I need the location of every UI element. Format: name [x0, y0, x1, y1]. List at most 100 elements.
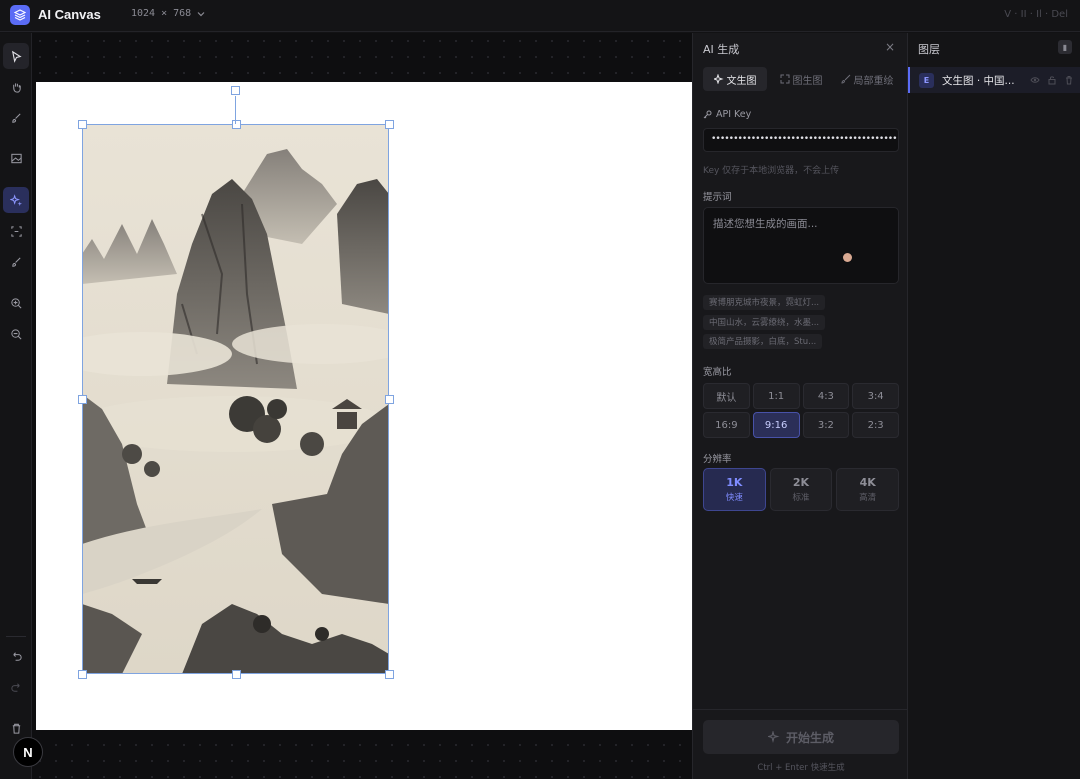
trash-icon — [12, 723, 20, 734]
ratio-option-1-1[interactable]: 1:1 — [752, 383, 800, 409]
prompt-suggestion-chip[interactable]: 极简产品摄影，白底，Stu... — [703, 334, 823, 349]
canvas-size-dropdown[interactable]: 1024 × 768 — [131, 8, 205, 19]
generation-tabs: 文生图 图生图 局部重绘 — [703, 67, 899, 91]
api-key-hint: Key 仅存于本地浏览器，不会上传 — [703, 166, 840, 176]
ratio-option-3-2[interactable]: 3:2 — [802, 412, 850, 438]
lock-icon[interactable] — [1047, 75, 1057, 85]
panel-title: AI 生成 — [703, 43, 740, 56]
ratio-option-9-16[interactable]: 9:16 — [752, 412, 800, 438]
panel-toggle-icon[interactable]: ▮ — [1058, 40, 1072, 54]
generate-button[interactable]: 开始生成 — [703, 720, 899, 754]
artboard[interactable] — [36, 82, 692, 730]
ratio-label: 宽高比 — [703, 367, 732, 378]
paint-brush-icon — [11, 256, 21, 267]
sparkles-icon — [713, 74, 724, 84]
left-toolbar — [0, 33, 32, 779]
layers-title: 图层 — [918, 43, 940, 56]
undo-icon — [12, 651, 22, 661]
resize-handle-se[interactable] — [385, 670, 394, 679]
app-title: AI Canvas — [38, 7, 101, 22]
resize-handle-s[interactable] — [232, 670, 241, 679]
crop-tool-button[interactable] — [3, 218, 29, 244]
rotation-line — [235, 96, 236, 124]
generate-label: 开始生成 — [785, 730, 834, 745]
ratio-option-3-4[interactable]: 3:4 — [852, 383, 899, 409]
trash-icon[interactable] — [1064, 75, 1074, 85]
resolution-option-4k[interactable]: 4K 高清 — [836, 468, 899, 511]
ratio-option-2-3[interactable]: 2:3 — [852, 412, 899, 438]
resize-handle-ne[interactable] — [385, 120, 394, 129]
top-bar: AI Canvas 1024 × 768 V · II · Il · Del — [0, 0, 1080, 32]
resize-handle-nw[interactable] — [78, 120, 87, 129]
undo-button[interactable] — [3, 643, 29, 669]
ratio-option-16-9[interactable]: 16:9 — [703, 412, 750, 438]
cursor-dot — [843, 253, 852, 262]
app-logo-icon — [10, 5, 30, 25]
tab-image-to-image[interactable]: 图生图 — [769, 67, 833, 91]
prompt-label: 提示词 — [703, 192, 732, 203]
brush-icon — [840, 74, 850, 84]
hand-icon — [12, 82, 21, 93]
sparkles-icon — [9, 193, 22, 206]
layer-item[interactable]: E 文生图 · 中国... — [908, 67, 1080, 93]
layers-panel: 图层 ▮ E 文生图 · 中国... — [908, 33, 1080, 779]
tab-text-to-image[interactable]: 文生图 — [703, 67, 767, 91]
brush-alt-tool-button[interactable] — [3, 249, 29, 275]
api-key-input[interactable]: ••••••••••••••••••••••••••••••••••••••••… — [703, 128, 899, 152]
cursor-icon — [11, 50, 22, 63]
resize-handle-sw[interactable] — [78, 670, 87, 679]
key-icon — [703, 110, 712, 119]
rotation-handle[interactable] — [231, 86, 240, 95]
prompt-suggestion-chip[interactable]: 赛博朋克城市夜景，霓虹灯... — [703, 295, 826, 310]
eye-icon[interactable] — [1030, 75, 1040, 85]
tab-inpaint[interactable]: 局部重绘 — [835, 67, 899, 91]
resize-handle-n[interactable] — [232, 120, 241, 129]
tab-label: 图生图 — [792, 75, 823, 87]
tab-label: 文生图 — [726, 75, 757, 87]
chevron-down-icon — [197, 11, 205, 16]
shortcut-hint: Ctrl + Enter 快速生成 — [757, 763, 845, 773]
close-icon[interactable]: × — [885, 40, 895, 54]
resolution-option-1k[interactable]: 1K 快速 — [703, 468, 766, 511]
prompt-suggestion-chip[interactable]: 中国山水，云雾缭绕，水墨... — [703, 315, 826, 330]
crop-icon — [10, 225, 22, 237]
layer-thumbnail: E — [919, 72, 934, 88]
resize-handle-w[interactable] — [78, 395, 87, 404]
zoom-in-icon — [10, 297, 22, 309]
api-key-label: API Key — [703, 109, 751, 120]
ratio-options: 默认 1:1 4:3 3:4 16:9 9:16 3:2 2:3 — [703, 383, 899, 438]
selection-box[interactable] — [78, 120, 394, 679]
expand-icon — [780, 74, 789, 84]
image-tool-button[interactable] — [3, 145, 29, 171]
sparkles-icon — [767, 731, 780, 743]
layer-actions — [1030, 75, 1074, 85]
prompt-placeholder: 描述您想生成的画面... — [713, 218, 818, 230]
brush-tool-button[interactable] — [3, 105, 29, 131]
tab-label: 局部重绘 — [853, 75, 894, 87]
hand-tool-button[interactable] — [3, 74, 29, 100]
canvas-area[interactable] — [32, 33, 692, 779]
resolution-options: 1K 快速 2K 标准 4K 高清 — [703, 468, 899, 511]
redo-icon — [10, 682, 20, 692]
zoom-out-button[interactable] — [3, 321, 29, 347]
ai-tool-button[interactable] — [3, 187, 29, 213]
brush-icon — [11, 112, 21, 123]
resolution-option-2k[interactable]: 2K 标准 — [769, 468, 833, 511]
select-tool-button[interactable] — [3, 43, 29, 69]
canvas-size-label: 1024 × 768 — [131, 8, 192, 19]
zoom-out-icon — [10, 328, 22, 340]
redo-button[interactable] — [3, 674, 29, 700]
version-text: V · II · Il · Del — [1004, 9, 1068, 20]
resize-handle-e[interactable] — [385, 395, 394, 404]
resolution-label: 分辨率 — [703, 454, 732, 465]
panel-divider — [693, 709, 909, 710]
next-js-badge-icon[interactable]: N — [13, 737, 43, 767]
prompt-textarea[interactable]: 描述您想生成的画面... — [703, 207, 899, 284]
toolbar-divider — [6, 636, 26, 637]
ratio-option-4-3[interactable]: 4:3 — [802, 383, 850, 409]
image-icon — [10, 153, 22, 163]
layer-name: 文生图 · 中国... — [942, 74, 1014, 87]
ai-generate-panel: AI 生成 × 文生图 图生图 局部重绘 API Key •••••••••••… — [692, 33, 909, 779]
ratio-option-default[interactable]: 默认 — [703, 383, 750, 409]
zoom-in-button[interactable] — [3, 290, 29, 316]
